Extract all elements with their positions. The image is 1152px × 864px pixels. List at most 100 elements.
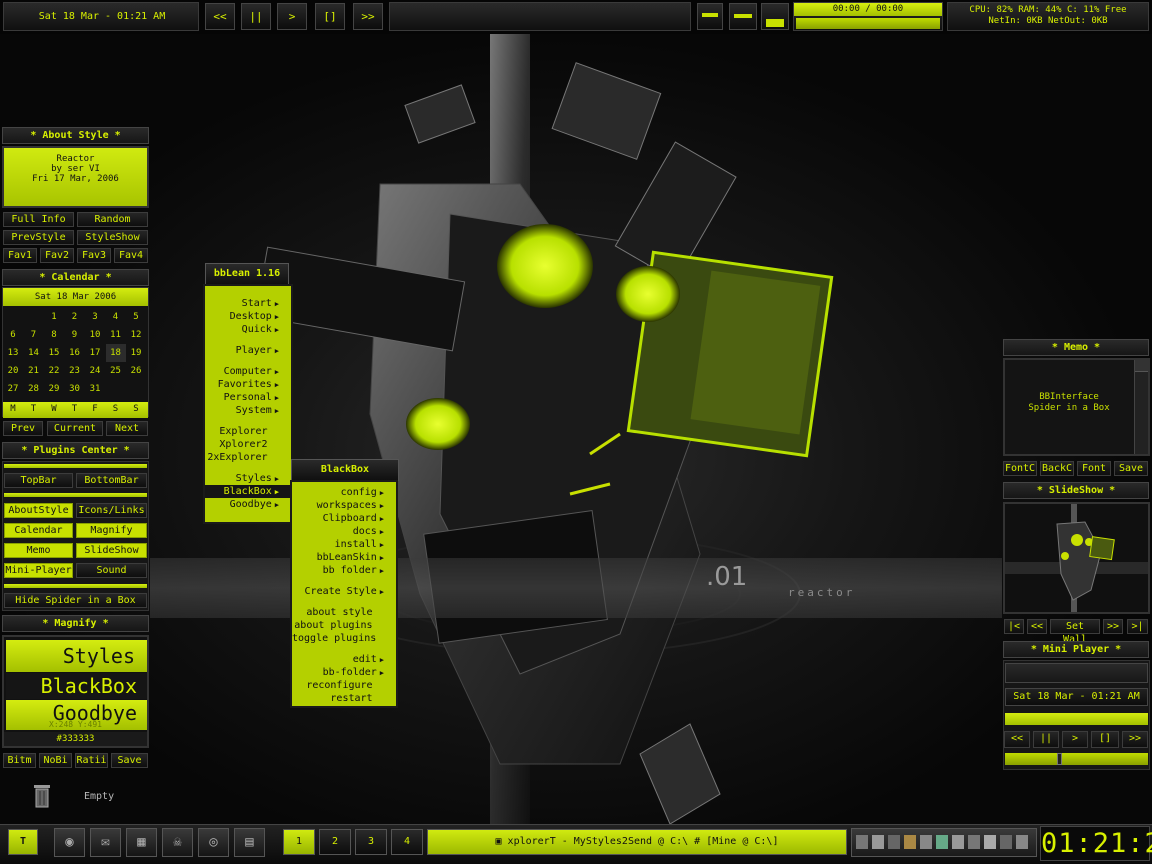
bblean-menu-title[interactable]: bbLean 1.16 (205, 263, 289, 285)
plugin-mini-player-button[interactable]: Mini-Player (4, 563, 73, 578)
memo-backc-button[interactable]: BackC (1040, 461, 1074, 476)
calendar-current-button[interactable]: Current (47, 421, 103, 436)
memo-title[interactable]: * Memo * (1003, 339, 1149, 356)
document-icon[interactable]: ▤ (234, 828, 265, 857)
memo-save-button[interactable]: Save (1114, 461, 1148, 476)
mini-player-title[interactable]: * Mini Player * (1003, 641, 1149, 658)
workspace-4-button[interactable]: 4 (391, 829, 423, 855)
prev-style-button[interactable]: PrevStyle (3, 230, 74, 245)
about-style-title[interactable]: * About Style * (2, 127, 149, 144)
firefox-icon[interactable]: ◉ (54, 828, 85, 857)
blackbox-item[interactable]: reconfigure (292, 679, 396, 692)
plugin-calendar-button[interactable]: Calendar (4, 523, 73, 538)
style-show-button[interactable]: StyleShow (77, 230, 148, 245)
magnify-bitm-button[interactable]: Bitm (3, 753, 36, 768)
calendar-day[interactable]: 28 (24, 380, 44, 398)
slideshow-preview[interactable] (1003, 502, 1150, 614)
memo-fontc-button[interactable]: FontC (1003, 461, 1037, 476)
blackbox-item[interactable]: config ▶ (292, 486, 396, 499)
calendar-day[interactable]: 21 (24, 362, 44, 380)
calendar-day[interactable]: 31 (85, 380, 105, 398)
calendar-day[interactable]: 29 (44, 380, 64, 398)
memo-font-button[interactable]: Font (1077, 461, 1111, 476)
workspace-1-button[interactable]: 1 (283, 829, 315, 855)
blackbox-item[interactable]: workspaces ▶ (292, 499, 396, 512)
plugin-aboutstyle-button[interactable]: AboutStyle (4, 503, 73, 518)
volume-up-button[interactable] (761, 3, 789, 30)
active-task-button[interactable]: ▣ xplorerT - MyStyles2Send @ C:\ # [Mine… (427, 829, 847, 855)
calendar-day[interactable]: 9 (65, 326, 85, 344)
topbar-next-button[interactable]: >> (353, 3, 383, 30)
calendar-day[interactable]: 26 (126, 362, 146, 380)
topbar-stop-button[interactable]: [] (315, 3, 345, 30)
blackbox-item[interactable]: bbLeanSkin ▶ (292, 551, 396, 564)
calendar-day[interactable]: 15 (44, 344, 64, 362)
blackbox-item[interactable]: Create Style ▶ (292, 585, 396, 598)
slideshow-first-button[interactable]: |< (1004, 619, 1024, 634)
calendar-day[interactable]: 14 (24, 344, 44, 362)
fav2-button[interactable]: Fav2 (40, 248, 74, 263)
tray-icons[interactable] (852, 829, 1036, 856)
calendar-next-button[interactable]: Next (106, 421, 148, 436)
blackbox-item[interactable]: edit ▶ (292, 653, 396, 666)
bblean-item[interactable]: Personal ▶ (205, 391, 291, 404)
bblean-item[interactable]: System ▶ (205, 404, 291, 417)
skull-icon[interactable]: ☠ (162, 828, 193, 857)
bblean-item[interactable]: Goodbye ▶ (205, 498, 291, 511)
calendar-day[interactable]: 19 (126, 344, 146, 362)
mail-icon[interactable]: ✉ (90, 828, 121, 857)
calendar-day[interactable]: 22 (44, 362, 64, 380)
explorer-icon[interactable]: ▦ (126, 828, 157, 857)
calendar-title[interactable]: * Calendar * (2, 269, 149, 286)
topbar-play-button[interactable]: > (277, 3, 307, 30)
random-button[interactable]: Random (77, 212, 148, 227)
magnify-title[interactable]: * Magnify * (2, 615, 149, 632)
blackbox-item[interactable]: Clipboard ▶ (292, 512, 396, 525)
blackbox-item[interactable]: about style (292, 606, 396, 619)
calendar-day[interactable]: 10 (85, 326, 105, 344)
mini-player-volume-slider[interactable] (1005, 753, 1148, 765)
calendar-day[interactable]: 25 (106, 362, 126, 380)
mini-player-progress[interactable] (1005, 713, 1148, 725)
slideshow-set-wall-button[interactable]: Set Wall (1050, 619, 1100, 645)
plugins-center-title[interactable]: * Plugins Center * (2, 442, 149, 459)
mini-player-next-button[interactable]: >> (1122, 731, 1148, 748)
magnify-ratio-button[interactable]: Ratii (75, 753, 108, 768)
bblean-item[interactable]: Favorites ▶ (205, 378, 291, 391)
calendar-day[interactable]: 16 (65, 344, 85, 362)
calendar-day[interactable]: 3 (85, 308, 105, 326)
topbar-prev-button[interactable]: << (205, 3, 235, 30)
topbar-pause-button[interactable]: || (241, 3, 271, 30)
workspace-2-button[interactable]: 2 (319, 829, 351, 855)
calendar-day[interactable]: 5 (126, 308, 146, 326)
calendar-day[interactable]: 11 (106, 326, 126, 344)
calendar-day[interactable]: 27 (3, 380, 23, 398)
slideshow-next-button[interactable]: >> (1103, 619, 1123, 634)
bblean-item[interactable]: Quick ▶ (205, 323, 291, 336)
plugin-magnify-button[interactable]: Magnify (76, 523, 147, 538)
bblean-item[interactable]: Computer ▶ (205, 365, 291, 378)
calendar-day[interactable]: 20 (3, 362, 23, 380)
volume-slider-handle[interactable] (1057, 753, 1062, 765)
plugin-icons-links-button[interactable]: Icons/Links (76, 503, 147, 518)
plugin-bottombar-button[interactable]: BottomBar (76, 473, 147, 488)
fav4-button[interactable]: Fav4 (114, 248, 148, 263)
eye-icon[interactable]: ◎ (198, 828, 229, 857)
memo-scrollbar[interactable] (1134, 360, 1148, 454)
mini-player-pause-button[interactable]: || (1033, 731, 1059, 748)
blackbox-item[interactable]: docs ▶ (292, 525, 396, 538)
calendar-day[interactable]: 8 (44, 326, 64, 344)
start-button[interactable]: T (8, 829, 38, 855)
calendar-day[interactable]: 2 (65, 308, 85, 326)
calendar-day[interactable]: 6 (3, 326, 23, 344)
bblean-item[interactable]: 2xExplorer (205, 451, 291, 464)
bblean-item[interactable]: Desktop ▶ (205, 310, 291, 323)
trash-icon[interactable] (32, 783, 52, 809)
plugin-memo-button[interactable]: Memo (4, 543, 73, 558)
workspace-3-button[interactable]: 3 (355, 829, 387, 855)
blackbox-item[interactable]: install ▶ (292, 538, 396, 551)
slideshow-prev-button[interactable]: << (1027, 619, 1047, 634)
calendar-day[interactable]: 24 (85, 362, 105, 380)
blackbox-item[interactable]: bb folder ▶ (292, 564, 396, 577)
mini-player-stop-button[interactable]: [] (1091, 731, 1119, 748)
